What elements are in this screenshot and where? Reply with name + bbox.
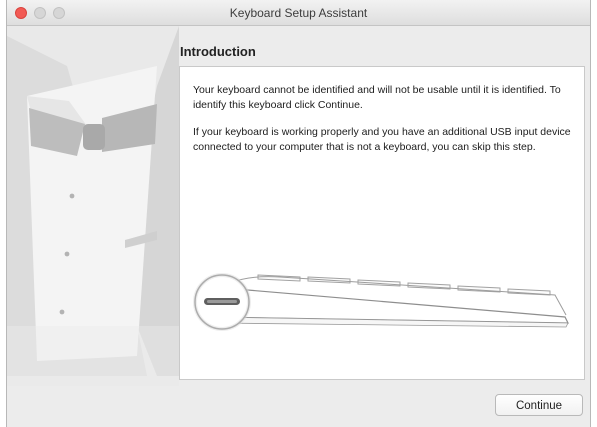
window-title: Keyboard Setup Assistant	[229, 6, 368, 20]
page-title: Introduction	[180, 44, 256, 59]
skip-text: If your keyboard is working properly and…	[193, 126, 571, 153]
assistant-window: Keyboard Setup Assistant Introduction Yo…	[6, 0, 591, 427]
title-bar[interactable]: Keyboard Setup Assistant	[7, 0, 590, 26]
continue-button[interactable]: Continue	[495, 394, 583, 416]
content-panel: Your keyboard cannot be identified and w…	[179, 66, 585, 380]
keyboard-icon	[193, 273, 569, 331]
intro-text: Your keyboard cannot be identified and w…	[193, 84, 561, 111]
tuxedo-bow-tie-icon	[7, 26, 179, 386]
